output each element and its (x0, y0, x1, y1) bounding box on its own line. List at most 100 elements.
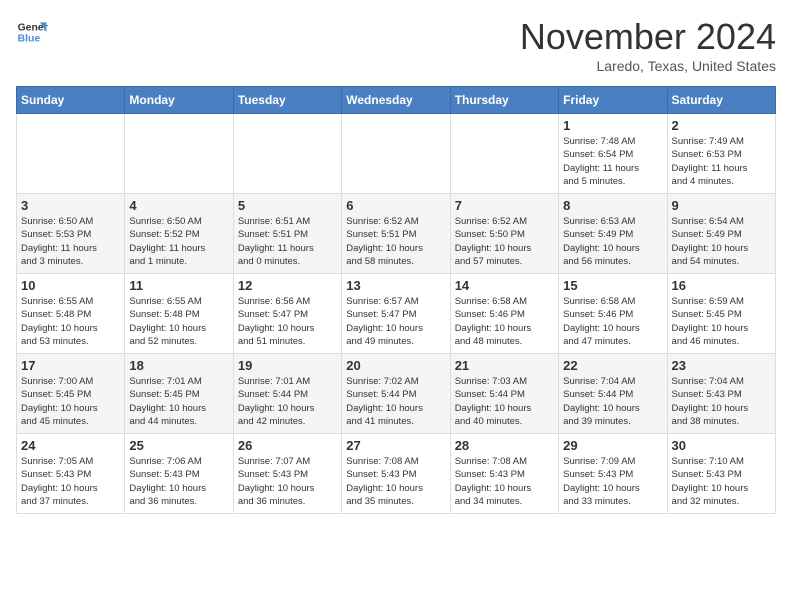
day-number: 11 (129, 278, 228, 293)
day-info: Sunrise: 7:04 AMSunset: 5:44 PMDaylight:… (563, 375, 662, 428)
day-cell: 29Sunrise: 7:09 AMSunset: 5:43 PMDayligh… (559, 434, 667, 514)
week-row-3: 10 Sunrise: 6:55 AMSunset: 5:48 PMDayligh… (17, 274, 776, 354)
weekday-saturday: Saturday (667, 87, 775, 114)
day-number: 21 (455, 358, 554, 373)
day-number: 8 (563, 198, 662, 213)
weekday-monday: Monday (125, 87, 233, 114)
day-cell: 20Sunrise: 7:02 AMSunset: 5:44 PMDayligh… (342, 354, 450, 434)
day-info: Sunrise: 6:50 AMSunset: 5:52 PMDaylight:… (129, 215, 228, 268)
day-number: 29 (563, 438, 662, 453)
day-cell: 28Sunrise: 7:08 AMSunset: 5:43 PMDayligh… (450, 434, 558, 514)
day-cell: 21 Sunrise: 7:03 AMSunset: 5:44 PMDayligh… (450, 354, 558, 434)
weekday-sunday: Sunday (17, 87, 125, 114)
week-row-2: 3Sunrise: 6:50 AMSunset: 5:53 PMDaylight… (17, 194, 776, 274)
day-cell: 7 Sunrise: 6:52 AMSunset: 5:50 PMDaylight… (450, 194, 558, 274)
day-number: 25 (129, 438, 228, 453)
day-info: Sunrise: 6:58 AMSunset: 5:46 PMDaylight:… (455, 295, 554, 348)
day-number: 24 (21, 438, 120, 453)
day-cell: 19 Sunrise: 7:01 AMSunset: 5:44 PMDayligh… (233, 354, 341, 434)
day-number: 6 (346, 198, 445, 213)
day-number: 30 (672, 438, 771, 453)
weekday-header-row: SundayMondayTuesdayWednesdayThursdayFrid… (17, 87, 776, 114)
day-cell: 17Sunrise: 7:00 AMSunset: 5:45 PMDayligh… (17, 354, 125, 434)
day-cell: 27 Sunrise: 7:08 AMSunset: 5:43 PMDayligh… (342, 434, 450, 514)
day-cell: 12 Sunrise: 6:56 AMSunset: 5:47 PMDayligh… (233, 274, 341, 354)
day-cell: 30 Sunrise: 7:10 AMSunset: 5:43 PMDayligh… (667, 434, 775, 514)
weekday-wednesday: Wednesday (342, 87, 450, 114)
day-info: Sunrise: 7:07 AMSunset: 5:43 PMDaylight:… (238, 455, 337, 508)
day-info: Sunrise: 6:55 AMSunset: 5:48 PMDaylight:… (129, 295, 228, 348)
day-info: Sunrise: 7:08 AMSunset: 5:43 PMDaylight:… (346, 455, 445, 508)
day-cell (342, 114, 450, 194)
day-cell: 5Sunrise: 6:51 AMSunset: 5:51 PMDaylight… (233, 194, 341, 274)
day-cell: 22Sunrise: 7:04 AMSunset: 5:44 PMDayligh… (559, 354, 667, 434)
day-cell (125, 114, 233, 194)
day-cell: 8 Sunrise: 6:53 AMSunset: 5:49 PMDaylight… (559, 194, 667, 274)
day-number: 10 (21, 278, 120, 293)
day-info: Sunrise: 7:08 AMSunset: 5:43 PMDaylight:… (455, 455, 554, 508)
day-number: 23 (672, 358, 771, 373)
day-cell: 16 Sunrise: 6:59 AMSunset: 5:45 PMDayligh… (667, 274, 775, 354)
day-cell: 11 Sunrise: 6:55 AMSunset: 5:48 PMDayligh… (125, 274, 233, 354)
day-number: 2 (672, 118, 771, 133)
page-header: General Blue November 2024 Laredo, Texas… (16, 16, 776, 74)
weekday-thursday: Thursday (450, 87, 558, 114)
weekday-friday: Friday (559, 87, 667, 114)
day-number: 9 (672, 198, 771, 213)
day-number: 1 (563, 118, 662, 133)
day-info: Sunrise: 7:48 AMSunset: 6:54 PMDaylight:… (563, 135, 662, 188)
svg-text:Blue: Blue (18, 34, 41, 45)
day-number: 5 (238, 198, 337, 213)
day-number: 17 (21, 358, 120, 373)
day-cell: 25 Sunrise: 7:06 AMSunset: 5:43 PMDayligh… (125, 434, 233, 514)
location: Laredo, Texas, United States (520, 58, 776, 74)
day-cell: 18 Sunrise: 7:01 AMSunset: 5:45 PMDayligh… (125, 354, 233, 434)
day-cell (233, 114, 341, 194)
day-cell: 13 Sunrise: 6:57 AMSunset: 5:47 PMDayligh… (342, 274, 450, 354)
day-cell: 4 Sunrise: 6:50 AMSunset: 5:52 PMDaylight… (125, 194, 233, 274)
day-info: Sunrise: 6:52 AMSunset: 5:51 PMDaylight:… (346, 215, 445, 268)
day-cell (450, 114, 558, 194)
day-number: 15 (563, 278, 662, 293)
day-cell: 14 Sunrise: 6:58 AMSunset: 5:46 PMDayligh… (450, 274, 558, 354)
week-row-4: 17Sunrise: 7:00 AMSunset: 5:45 PMDayligh… (17, 354, 776, 434)
day-cell: 26 Sunrise: 7:07 AMSunset: 5:43 PMDayligh… (233, 434, 341, 514)
day-number: 12 (238, 278, 337, 293)
day-cell: 2Sunrise: 7:49 AMSunset: 6:53 PMDaylight… (667, 114, 775, 194)
day-info: Sunrise: 6:52 AMSunset: 5:50 PMDaylight:… (455, 215, 554, 268)
weekday-tuesday: Tuesday (233, 87, 341, 114)
week-row-5: 24 Sunrise: 7:05 AMSunset: 5:43 PMDayligh… (17, 434, 776, 514)
day-info: Sunrise: 7:10 AMSunset: 5:43 PMDaylight:… (672, 455, 771, 508)
day-info: Sunrise: 7:01 AMSunset: 5:44 PMDaylight:… (238, 375, 337, 428)
day-info: Sunrise: 6:59 AMSunset: 5:45 PMDaylight:… (672, 295, 771, 348)
day-cell (17, 114, 125, 194)
day-number: 13 (346, 278, 445, 293)
day-info: Sunrise: 7:01 AMSunset: 5:45 PMDaylight:… (129, 375, 228, 428)
day-info: Sunrise: 6:54 AMSunset: 5:49 PMDaylight:… (672, 215, 771, 268)
day-cell: 10Sunrise: 6:55 AMSunset: 5:48 PMDayligh… (17, 274, 125, 354)
day-number: 18 (129, 358, 228, 373)
title-area: November 2024 Laredo, Texas, United Stat… (520, 16, 776, 74)
day-info: Sunrise: 7:03 AMSunset: 5:44 PMDaylight:… (455, 375, 554, 428)
day-number: 16 (672, 278, 771, 293)
day-cell: 6 Sunrise: 6:52 AMSunset: 5:51 PMDaylight… (342, 194, 450, 274)
day-cell: 23Sunrise: 7:04 AMSunset: 5:43 PMDayligh… (667, 354, 775, 434)
day-number: 27 (346, 438, 445, 453)
logo: General Blue (16, 16, 48, 48)
day-info: Sunrise: 6:56 AMSunset: 5:47 PMDaylight:… (238, 295, 337, 348)
day-number: 3 (21, 198, 120, 213)
day-cell: 3Sunrise: 6:50 AMSunset: 5:53 PMDaylight… (17, 194, 125, 274)
day-cell: 1 Sunrise: 7:48 AMSunset: 6:54 PMDaylight… (559, 114, 667, 194)
day-number: 20 (346, 358, 445, 373)
day-number: 19 (238, 358, 337, 373)
day-cell: 15Sunrise: 6:58 AMSunset: 5:46 PMDayligh… (559, 274, 667, 354)
day-number: 7 (455, 198, 554, 213)
day-info: Sunrise: 6:53 AMSunset: 5:49 PMDaylight:… (563, 215, 662, 268)
day-number: 14 (455, 278, 554, 293)
day-info: Sunrise: 6:57 AMSunset: 5:47 PMDaylight:… (346, 295, 445, 348)
day-info: Sunrise: 7:06 AMSunset: 5:43 PMDaylight:… (129, 455, 228, 508)
day-number: 4 (129, 198, 228, 213)
day-info: Sunrise: 7:05 AMSunset: 5:43 PMDaylight:… (21, 455, 120, 508)
week-row-1: 1 Sunrise: 7:48 AMSunset: 6:54 PMDaylight… (17, 114, 776, 194)
day-number: 26 (238, 438, 337, 453)
